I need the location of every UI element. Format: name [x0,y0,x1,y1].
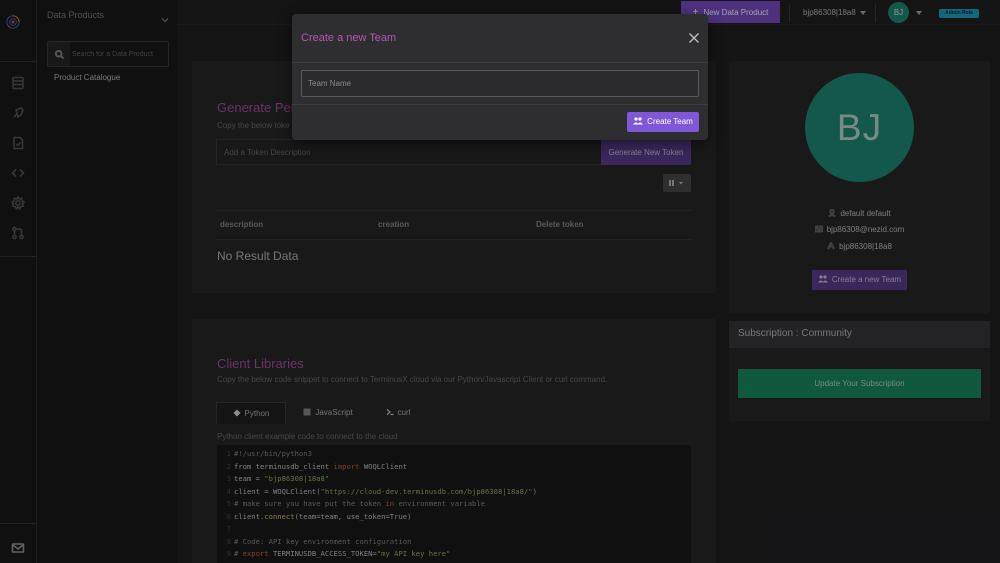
team-name-input[interactable] [301,70,699,97]
close-icon[interactable] [688,31,700,43]
team-icon [633,117,644,127]
create-team-modal: Create a new Team Create Team [292,14,708,140]
create-team-submit-label: Create Team [647,117,693,126]
create-team-submit-button[interactable]: Create Team [627,112,699,132]
modal-title: Create a new Team [301,32,397,44]
modal-divider [292,62,708,63]
modal-divider [292,104,708,105]
